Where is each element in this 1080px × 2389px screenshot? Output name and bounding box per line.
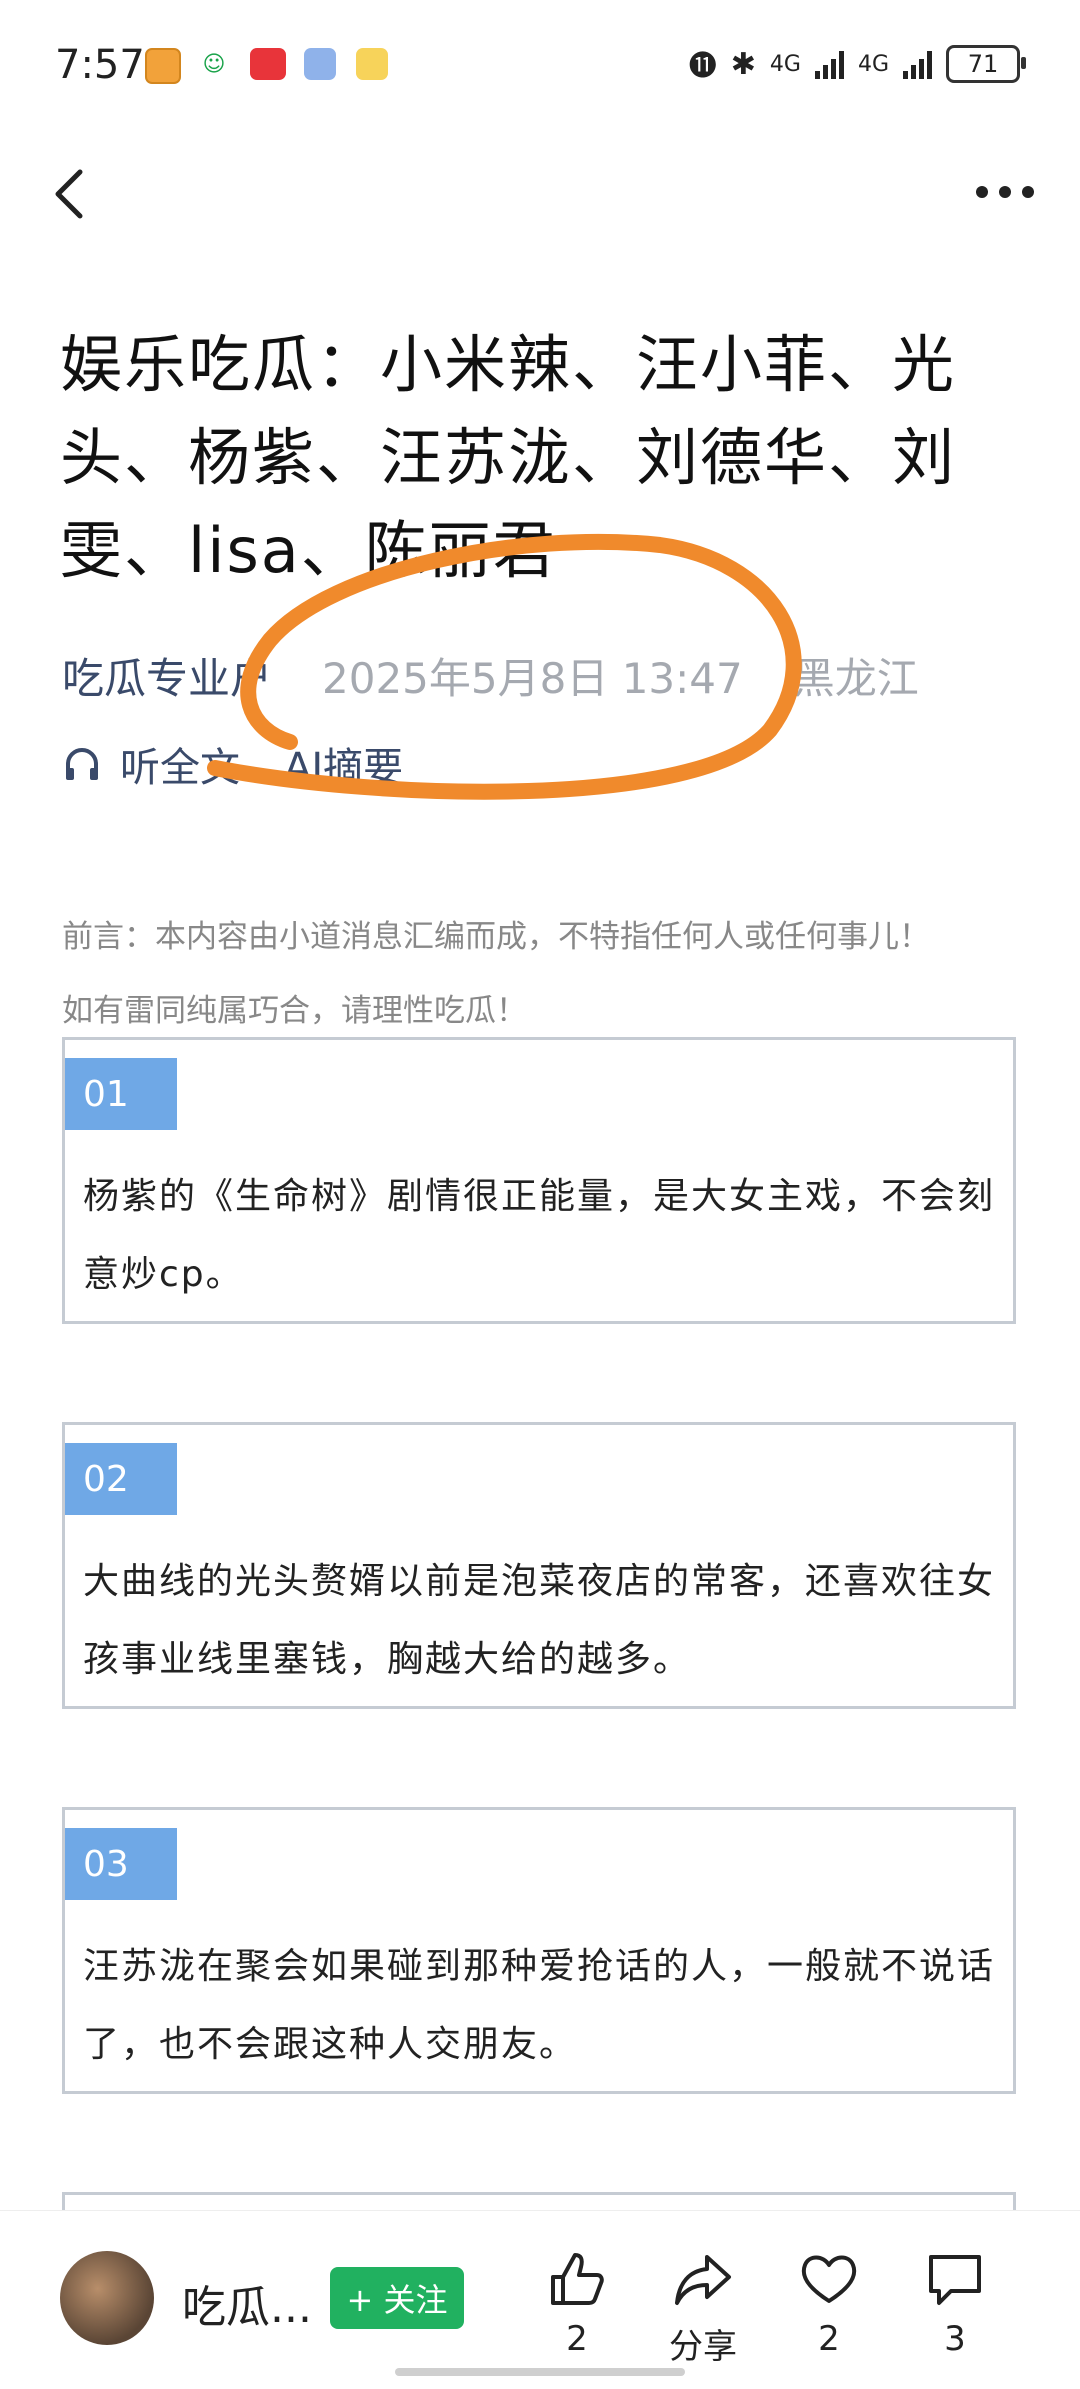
app-notification-icon: [145, 48, 181, 84]
ai-summary[interactable]: AI摘要: [284, 735, 403, 793]
publish-location: 黑龙江: [792, 654, 919, 703]
item-text: 汪苏泷在聚会如果碰到那种爱抢话的人，一般就不说话了，也不会跟这种人交朋友。: [83, 1946, 996, 2065]
listen-full-text[interactable]: 听全文: [120, 735, 240, 793]
top-nav: [0, 150, 1080, 240]
author-short-name[interactable]: 吃瓜...: [182, 2271, 312, 2335]
share-button[interactable]: 分享: [648, 2247, 758, 2368]
more-options-button[interactable]: [970, 172, 1040, 212]
shopping-notification-icon: [250, 48, 286, 80]
bottom-action-bar: 吃瓜... + 关注 2 分享 2 3: [0, 2210, 1080, 2389]
network-type-2: 4G: [857, 51, 889, 77]
like-button[interactable]: 2: [522, 2247, 632, 2359]
comment-button[interactable]: 3: [900, 2247, 1010, 2359]
status-time: 7:57: [55, 42, 145, 88]
network-type-1: 4G: [769, 51, 801, 77]
article-title: 娱乐吃瓜：小米辣、汪小菲、光头、杨紫、汪苏泷、刘德华、刘雯、lisa、陈丽君: [60, 328, 957, 587]
more-dots-icon: [976, 186, 1034, 198]
item-number: 02: [65, 1443, 177, 1515]
news-item-card: 03 汪苏泷在聚会如果碰到那种爱抢话的人，一般就不说话了，也不会跟这种人交朋友。: [62, 1807, 1016, 2094]
favorite-count: 2: [818, 2319, 840, 2359]
headphones-icon: [66, 748, 98, 780]
home-indicator[interactable]: [395, 2368, 685, 2376]
preface: 前言：本内容由小道消息汇编而成，不特指任何人或任何事儿！ 如有雷同纯属巧合，请理…: [62, 900, 1022, 1048]
favorite-button[interactable]: 2: [774, 2247, 884, 2359]
comment-count: 3: [944, 2319, 966, 2359]
comment-bubble-icon: [929, 2255, 981, 2305]
status-indicators: ⓫ ✱ 4G 4G 71: [688, 44, 1026, 84]
like-count: 2: [566, 2319, 588, 2359]
item-number: 01: [65, 1058, 177, 1130]
item-number: 03: [65, 1828, 177, 1900]
chat-notification-icon: ☺: [198, 48, 230, 80]
author-avatar[interactable]: [60, 2251, 154, 2345]
follow-button[interactable]: + 关注: [330, 2267, 464, 2329]
status-bar: 7:57 ☺ ⓫ ✱ 4G 4G 71: [0, 0, 1080, 130]
weather-notification-icon: [356, 48, 388, 80]
item-text: 大曲线的光头赘婿以前是泡菜夜店的常客，还喜欢往女孩事业线里塞钱，胸越大给的越多。: [83, 1561, 996, 1680]
article-meta: 吃瓜专业户 2025年5月8日 13:47 黑龙江: [62, 645, 919, 706]
battery-level: 71: [967, 50, 999, 78]
bluetooth-icon: ✱: [730, 46, 756, 82]
item-text: 杨紫的《生命树》剧情很正能量，是大女主戏，不会刻意炒cp。: [83, 1176, 996, 1295]
share-label: 分享: [669, 2327, 737, 2367]
heart-icon: [801, 2255, 857, 2303]
chevron-left-icon: [55, 169, 83, 219]
map-notification-icon: [304, 48, 336, 80]
signal-icon-1: [814, 49, 844, 79]
listen-bar: 听全文 AI摘要: [62, 735, 403, 793]
thumbs-up-icon: [551, 2253, 604, 2305]
preface-line-1: 前言：本内容由小道消息汇编而成，不特指任何人或任何事儿！: [62, 919, 930, 955]
hd-icon: ⓫: [688, 49, 717, 82]
publish-date: 2025年5月8日 13:47: [322, 654, 743, 703]
share-arrow-icon: [675, 2255, 731, 2305]
battery-icon: 71: [946, 45, 1026, 83]
author-name[interactable]: 吃瓜专业户: [62, 645, 272, 706]
news-item-card: 01 杨紫的《生命树》剧情很正能量，是大女主戏，不会刻意炒cp。: [62, 1037, 1016, 1324]
back-button[interactable]: [40, 164, 100, 224]
news-item-card: 02 大曲线的光头赘婿以前是泡菜夜店的常客，还喜欢往女孩事业线里塞钱，胸越大给的…: [62, 1422, 1016, 1709]
signal-icon-2: [903, 49, 932, 79]
